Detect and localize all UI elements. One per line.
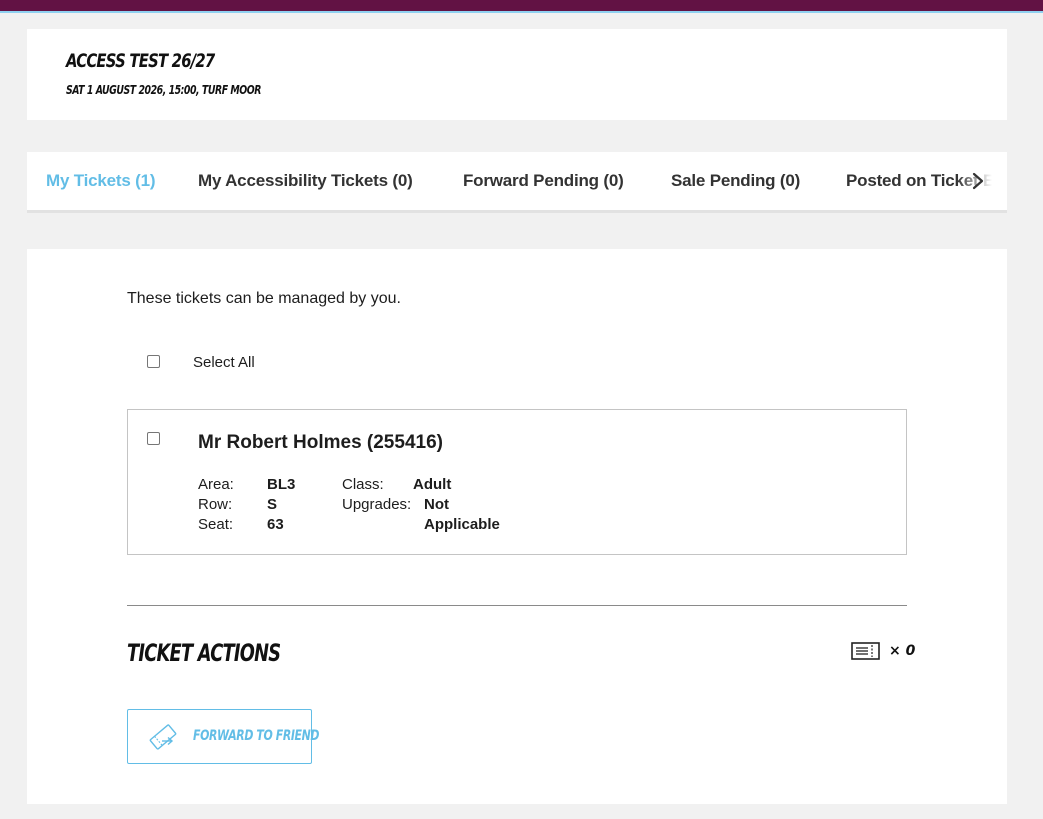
- class-value: Adult: [413, 476, 452, 493]
- event-header: ACCESS TEST 26/27 SAT 1 AUGUST 2026, 15:…: [27, 29, 1007, 120]
- forward-to-friend-label: FORWARD TO FRIEND: [193, 728, 320, 744]
- seat-label: Seat:: [198, 516, 234, 533]
- select-all-checkbox[interactable]: [147, 355, 160, 368]
- tab-my-accessibility-tickets[interactable]: My Accessibility Tickets (0): [198, 152, 413, 210]
- tab-forward-pending[interactable]: Forward Pending (0): [463, 152, 624, 210]
- row-value: S: [267, 496, 278, 513]
- ticket-checkbox[interactable]: [147, 432, 160, 445]
- tickets-panel: These tickets can be managed by you. Sel…: [27, 249, 1007, 804]
- tab-sale-pending[interactable]: Sale Pending (0): [671, 152, 800, 210]
- area-label: Area:: [198, 476, 234, 493]
- ticket-icon: [851, 642, 880, 660]
- chevron-right-icon[interactable]: [967, 170, 989, 192]
- event-date-venue: SAT 1 AUGUST 2026, 15:00, TURF MOOR: [66, 83, 261, 97]
- ticket-tabs: My Tickets (1) My Accessibility Tickets …: [27, 152, 1007, 213]
- section-divider: [127, 605, 907, 606]
- intro-text: These tickets can be managed by you.: [127, 290, 401, 307]
- ticket-card: Mr Robert Holmes (255416) Area: BL3 Row:…: [127, 409, 907, 555]
- upgrades-label: Upgrades:: [342, 496, 412, 513]
- forward-to-friend-button[interactable]: FORWARD TO FRIEND: [127, 709, 319, 764]
- ticket-actions-title: TICKET ACTIONS: [127, 639, 281, 667]
- row-label: Row:: [198, 496, 233, 513]
- selected-ticket-count: × 0: [889, 643, 916, 659]
- upgrades-value-continued: Applicable: [424, 516, 500, 533]
- upgrades-value: Not: [424, 496, 449, 513]
- tab-my-tickets[interactable]: My Tickets (1): [46, 152, 156, 210]
- brand-top-bar: [0, 0, 1043, 13]
- forward-ticket-icon: [149, 724, 177, 750]
- ticket-holder-name: Mr Robert Holmes (255416): [198, 432, 443, 453]
- area-value: BL3: [267, 476, 296, 493]
- select-all-label[interactable]: Select All: [193, 354, 255, 371]
- active-tab-indicator: [27, 210, 178, 213]
- class-label: Class:: [342, 476, 384, 493]
- event-title: ACCESS TEST 26/27: [66, 50, 215, 72]
- seat-value: 63: [267, 516, 284, 533]
